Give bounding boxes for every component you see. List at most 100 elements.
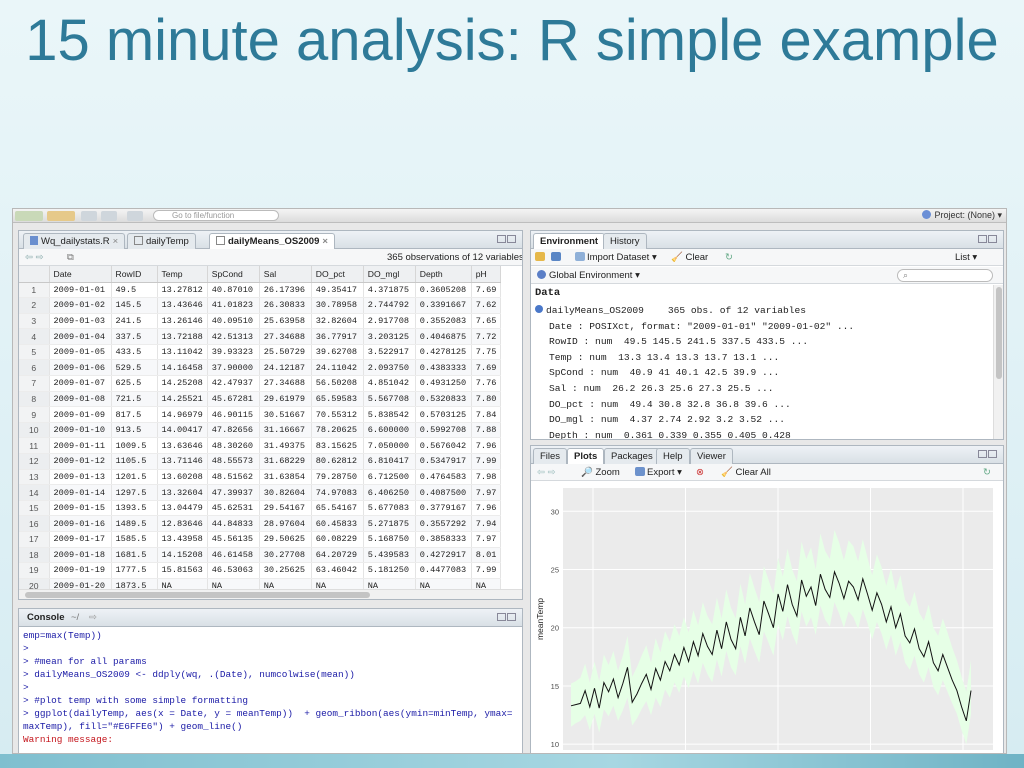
env-object-row[interactable]: dailyMeans_OS2009 365 obs. of 12 variable… (531, 303, 991, 319)
save-workspace-icon[interactable] (551, 252, 563, 263)
table-cell: 1393.5 (111, 500, 158, 517)
environment-scrollbar[interactable] (993, 285, 1003, 439)
table-cell: 30.27708 (259, 547, 312, 564)
row-number: 10 (19, 422, 50, 439)
tab-files[interactable]: Files (533, 448, 568, 464)
export-button[interactable]: Export ▾ (635, 467, 682, 478)
column-header[interactable]: pH (471, 266, 502, 283)
table-cell: 5.677083 (363, 500, 416, 517)
horizontal-scrollbar[interactable] (19, 589, 522, 599)
global-environment-menu[interactable]: Global Environment ▾ (537, 270, 640, 281)
table-cell: 2009-01-09 (49, 406, 112, 423)
table-cell: 3.203125 (363, 328, 416, 345)
table-cell: 433.5 (111, 344, 158, 361)
env-variable-row: Depth : num 0.361 0.339 0.355 0.405 0.42… (549, 429, 791, 439)
column-header[interactable]: SpCond (207, 266, 260, 283)
tab-dailymeans[interactable]: dailyMeans_OS2009 × (209, 233, 335, 249)
table-row: 9 2009-01-09 817.5 14.96979 46.90115 30.51667… (19, 406, 502, 423)
column-header[interactable]: DO_mgl (363, 266, 416, 283)
console-output[interactable]: emp=max(Temp)) > > #mean for all params > d… (19, 627, 522, 753)
column-header[interactable]: RowID (111, 266, 158, 283)
import-dataset-button[interactable]: Import Dataset ▾ (575, 252, 657, 263)
print-icon[interactable] (127, 211, 143, 221)
table-cell: 2009-01-12 (49, 453, 112, 470)
table-row: 12 2009-01-12 1105.5 13.71146 48.55573 31.682… (19, 453, 502, 470)
table-cell: 30.51667 (259, 406, 312, 423)
table-row: 13 2009-01-13 1201.5 13.60208 48.51562 31.638… (19, 469, 502, 486)
table-cell: 1009.5 (111, 437, 158, 455)
row-number: 5 (19, 344, 50, 361)
pane-minmax[interactable] (496, 613, 518, 623)
remove-plot-icon[interactable]: ⊗ (696, 467, 704, 478)
table-cell: 47.39937 (207, 484, 260, 501)
pane-minmax[interactable] (977, 235, 999, 245)
tab-help[interactable]: Help (656, 448, 690, 464)
row-number: 8 (19, 391, 50, 408)
column-header[interactable]: Sal (259, 266, 312, 283)
column-header[interactable]: Depth (415, 266, 472, 283)
zoom-button[interactable]: 🔎 Zoom (581, 467, 620, 478)
table-cell: 5.439583 (363, 547, 416, 564)
tab-history[interactable]: History (603, 233, 647, 249)
column-header[interactable]: Temp (157, 266, 208, 283)
table-cell: 2009-01-13 (49, 469, 112, 486)
table-cell: 12.83646 (157, 515, 208, 532)
table-cell: 7.62 (471, 297, 502, 314)
table-row: 5 2009-01-05 433.5 13.11042 39.93323 25.50729… (19, 344, 502, 361)
table-cell: 32.82604 (311, 313, 364, 330)
observations-count: 365 observations of 12 variables (387, 252, 523, 263)
column-header[interactable]: Date (49, 266, 112, 283)
table-cell: 46.61458 (207, 547, 260, 564)
pane-minmax[interactable] (977, 450, 999, 460)
table-cell: 70.55312 (311, 406, 364, 423)
refresh-icon[interactable]: ↻ (725, 252, 733, 263)
goto-dir-icon[interactable]: ⇨ (89, 612, 97, 623)
tab-environment[interactable]: Environment (533, 233, 606, 249)
table-cell: 5.567708 (363, 391, 416, 408)
table-cell: 14.25208 (157, 375, 208, 392)
expand-icon[interactable] (535, 305, 543, 313)
plots-tabstrip: Files Plots Packages Help Viewer (531, 446, 1003, 464)
close-icon[interactable]: × (322, 236, 328, 247)
scope-label: Global Environment ▾ (549, 270, 640, 281)
refresh-icon[interactable]: ↻ (983, 467, 991, 478)
new-file-icon[interactable] (15, 211, 43, 221)
search-icon: ⌕ (903, 270, 909, 280)
tab-wq-dailystats[interactable]: Wq_dailystats.R × (23, 233, 126, 249)
tab-plots[interactable]: Plots (567, 448, 605, 464)
close-icon[interactable]: × (113, 236, 119, 247)
table-cell: 7.98 (471, 469, 502, 486)
tab-viewer[interactable]: Viewer (690, 448, 733, 464)
table-cell: 0.4931250 (415, 375, 472, 392)
r-logo-icon (537, 270, 546, 279)
table-cell: 14.96979 (157, 406, 208, 423)
prev-plot-arrow-icon[interactable]: ⇦ ⇨ (537, 467, 556, 478)
column-header[interactable] (19, 266, 50, 283)
table-cell: 56.50208 (311, 375, 364, 392)
import-icon (575, 252, 585, 261)
tab-dailytemp[interactable]: dailyTemp (127, 233, 196, 249)
list-view-menu[interactable]: List ▾ (955, 252, 977, 263)
goto-file-input[interactable]: Go to file/function (153, 210, 279, 221)
back-arrow-icon[interactable]: ⇦ ⇨ (25, 252, 44, 263)
save-icon[interactable] (81, 211, 97, 221)
tab-label: dailyTemp (146, 236, 189, 247)
row-number: 7 (19, 375, 50, 392)
table-cell: 46.90115 (207, 406, 260, 423)
project-menu[interactable]: Project: (None) ▾ (922, 210, 1002, 221)
pane-minmax[interactable] (496, 235, 518, 245)
environment-search-input[interactable]: ⌕ (897, 269, 993, 282)
y-axis-label: meanTemp (535, 598, 545, 640)
load-workspace-icon[interactable] (535, 252, 547, 263)
table-cell: 27.34688 (259, 328, 312, 345)
open-project-icon[interactable] (47, 211, 75, 221)
table-cell: 47.82656 (207, 422, 260, 439)
table-cell: 2009-01-07 (49, 375, 112, 392)
column-header[interactable]: DO_pct (311, 266, 364, 283)
clear-env-button[interactable]: 🧹 Clear (671, 252, 708, 263)
table-cell: 60.45833 (311, 515, 364, 532)
popout-icon[interactable]: ⧉ (67, 252, 74, 263)
save-all-icon[interactable] (101, 211, 117, 221)
clear-all-button[interactable]: 🧹 Clear All (721, 467, 771, 478)
tab-packages[interactable]: Packages (604, 448, 660, 464)
